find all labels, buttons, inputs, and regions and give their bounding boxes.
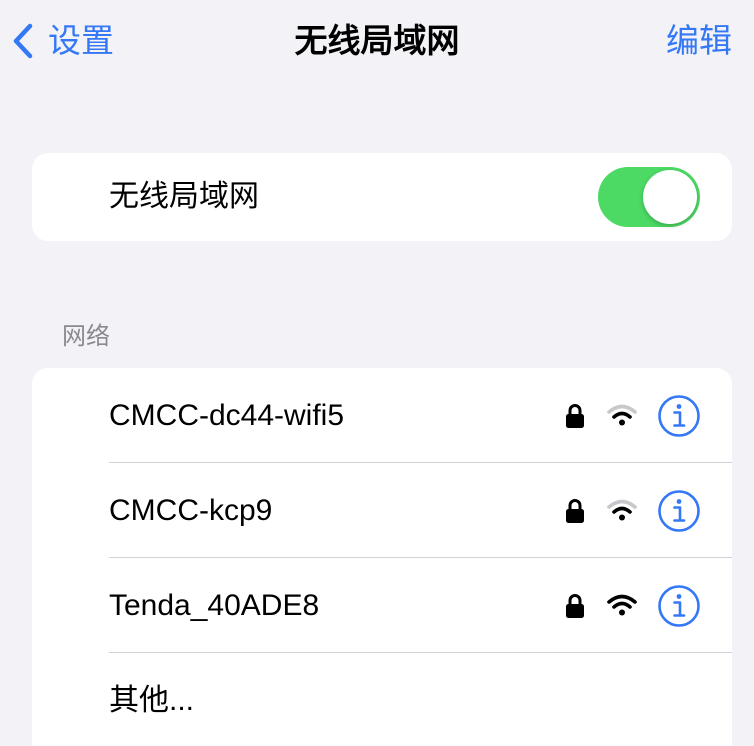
- network-name: CMCC-kcp9: [109, 494, 273, 527]
- wifi-toggle-switch[interactable]: [598, 167, 700, 227]
- network-row[interactable]: Tenda_40ADE8: [32, 558, 732, 653]
- wifi-signal-icon: [607, 593, 637, 617]
- other-network-label: 其他...: [109, 684, 195, 717]
- network-row[interactable]: CMCC-kcp9: [32, 463, 732, 558]
- info-circle-icon[interactable]: [657, 394, 701, 438]
- info-circle-icon[interactable]: [657, 489, 701, 533]
- network-row[interactable]: CMCC-dc44-wifi5: [32, 368, 732, 463]
- networks-section-header: 网络: [62, 323, 110, 350]
- info-circle-icon[interactable]: [657, 584, 701, 628]
- networks-list: CMCC-dc44-wifi5 CMCC-kcp9 Tenda_40ADE8 其…: [32, 368, 732, 746]
- other-network-row[interactable]: 其他...: [32, 653, 732, 746]
- wifi-signal-icon: [607, 498, 637, 522]
- lock-icon: [565, 593, 585, 619]
- page-title: 无线局域网: [294, 22, 460, 59]
- wifi-signal-icon: [607, 403, 637, 427]
- wifi-toggle-card: 无线局域网: [32, 153, 732, 241]
- network-name: CMCC-dc44-wifi5: [109, 399, 345, 432]
- edit-button[interactable]: 编辑: [666, 18, 732, 64]
- network-name: Tenda_40ADE8: [109, 589, 320, 622]
- wifi-toggle-label: 无线局域网: [109, 180, 259, 213]
- navigation-bar: 设置 无线局域网 编辑: [0, 0, 754, 84]
- toggle-knob: [643, 170, 697, 224]
- lock-icon: [565, 403, 585, 429]
- lock-icon: [565, 498, 585, 524]
